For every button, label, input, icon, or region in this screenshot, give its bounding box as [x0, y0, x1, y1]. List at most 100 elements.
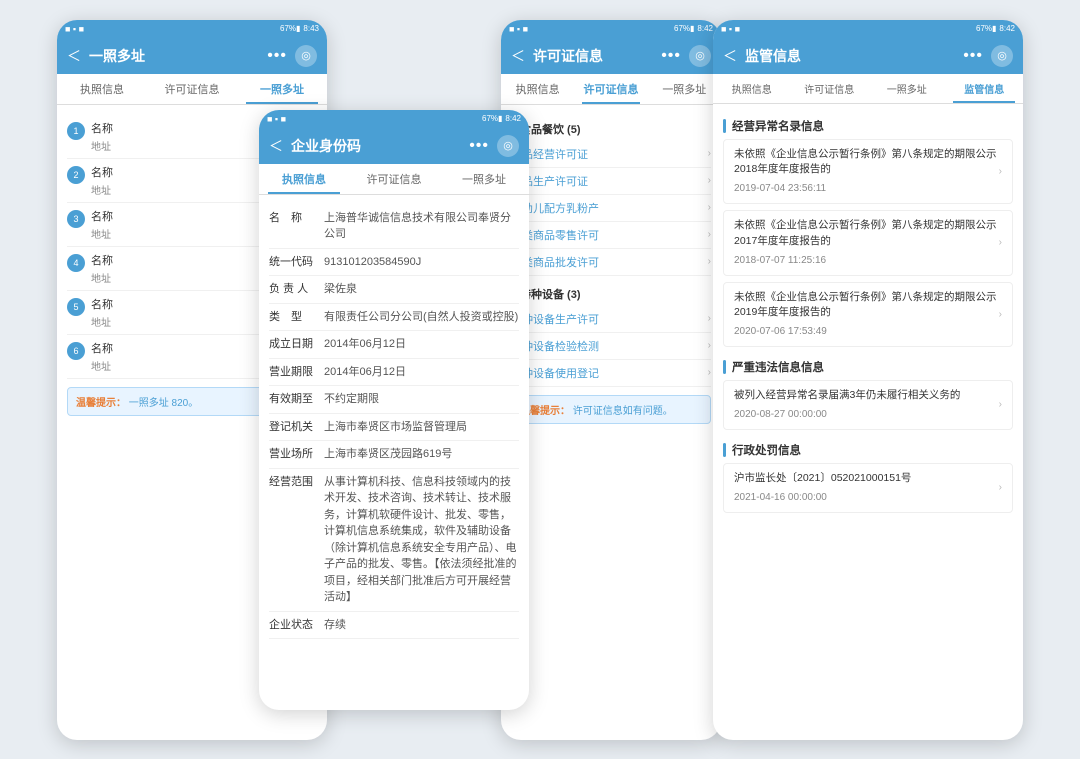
field-label: 经营范围	[269, 474, 324, 491]
tab-license-3[interactable]: 执照信息	[501, 74, 574, 104]
chevron-right-icon: ›	[999, 237, 1002, 248]
eye-button-4[interactable]: ◎	[991, 45, 1013, 67]
phone-4: ■ ▪ ■ 67%▮ 8:42 ＜ 监管信息 ••• ◎ 执照信息 许可证信息 …	[713, 20, 1023, 740]
supervise-section-header: 行政处罚信息	[723, 436, 1013, 463]
chevron-right-icon: ›	[708, 229, 711, 240]
time-1: 8:43	[303, 24, 319, 33]
signal-1: ■ ▪ ■	[65, 24, 84, 34]
license-section: 食品餐饮 (5) 食品经营许可证 › 食品生产许可证 › 婴幼儿配方乳粉产 › …	[511, 115, 711, 276]
more-button-3[interactable]: •••	[661, 47, 681, 65]
tip-text-3: 许可证信息如有问题。	[573, 406, 673, 417]
signal-2: ■ ▪ ■	[267, 114, 286, 124]
nav-bar-1: ＜ 一照多址 ••• ◎	[57, 38, 327, 74]
time-3: 8:42	[697, 24, 713, 33]
field-label: 类 型	[269, 309, 324, 326]
field-value: 上海市奉贤区市场监督管理局	[324, 419, 519, 436]
tab-license-2[interactable]: 执照信息	[259, 164, 349, 194]
section-bar	[723, 360, 726, 374]
license-item[interactable]: 特种设备使用登记 ›	[511, 360, 711, 387]
time-2: 8:42	[505, 114, 521, 123]
list-num: 4	[67, 254, 85, 272]
license-item[interactable]: 酒类商品零售许可 ›	[511, 222, 711, 249]
supervise-section-header: 经营异常名录信息	[723, 112, 1013, 139]
license-item[interactable]: 酒类商品批发许可 ›	[511, 249, 711, 276]
more-button-4[interactable]: •••	[963, 47, 983, 65]
info-row: 企业状态 存续	[269, 612, 519, 640]
eye-button-3[interactable]: ◎	[689, 45, 711, 67]
section-bar	[723, 443, 726, 457]
license-item[interactable]: 食品生产许可证 ›	[511, 168, 711, 195]
supervise-section-title-text: 行政处罚信息	[732, 442, 801, 458]
more-button-2[interactable]: •••	[469, 137, 489, 155]
signal-4: ■ ▪ ■	[721, 24, 740, 34]
phone-2: ■ ▪ ■ 67%▮ 8:42 ＜ 企业身份码 ••• ◎ 执照信息 许可证信息…	[259, 110, 529, 710]
field-label: 统一代码	[269, 254, 324, 271]
eye-button-1[interactable]: ◎	[295, 45, 317, 67]
chevron-right-icon: ›	[708, 256, 711, 267]
chevron-right-icon: ›	[708, 340, 711, 351]
back-button-2[interactable]: ＜	[269, 136, 283, 156]
status-bar-2: ■ ▪ ■ 67%▮ 8:42	[259, 110, 529, 128]
back-button-1[interactable]: ＜	[67, 46, 81, 66]
back-button-3[interactable]: ＜	[511, 46, 525, 66]
info-row: 统一代码 913101203584590J	[269, 249, 519, 277]
license-item[interactable]: 特种设备检验检测 ›	[511, 333, 711, 360]
supervise-section-title-text: 严重违法信息信息	[732, 359, 824, 375]
content-3: 食品餐饮 (5) 食品经营许可证 › 食品生产许可证 › 婴幼儿配方乳粉产 › …	[501, 105, 721, 740]
chevron-right-icon: ›	[708, 202, 711, 213]
supervise-item[interactable]: 被列入经营异常名录届满3年仍未履行相关义务的 2020-08-27 00:00:…	[723, 380, 1013, 430]
page-title-2: 企业身份码	[291, 136, 461, 156]
tab-permit-1[interactable]: 许可证信息	[147, 74, 237, 104]
field-value: 2014年06月12日	[324, 364, 519, 381]
tab-bar-3: 执照信息 许可证信息 一照多址	[501, 74, 721, 105]
list-num: 3	[67, 210, 85, 228]
tip-box-3: 温馨提示： 许可证信息如有问题。	[511, 395, 711, 424]
info-row: 登记机关 上海市奉贤区市场监督管理局	[269, 414, 519, 442]
tab-permit-4[interactable]: 许可证信息	[791, 74, 869, 103]
battery-1: 67%▮	[280, 24, 300, 33]
info-row: 营业期限 2014年06月12日	[269, 359, 519, 387]
field-label: 负 责 人	[269, 281, 324, 298]
supervise-section: 行政处罚信息 沪市监长处〔2021〕052021000151号 2021-04-…	[723, 436, 1013, 513]
tab-license-1[interactable]: 执照信息	[57, 74, 147, 104]
section-title: 特种设备 (3)	[520, 286, 581, 302]
tab-multiaddr-4[interactable]: 一照多址	[868, 74, 946, 103]
time-4: 8:42	[999, 24, 1015, 33]
chevron-right-icon: ›	[999, 166, 1002, 177]
field-value: 从事计算机科技、信息科技领域内的技术开发、技术咨询、技术转让、技术服务，计算机软…	[324, 474, 519, 606]
supervise-item-content: 被列入经营异常名录届满3年仍未履行相关义务的	[734, 388, 999, 404]
more-button-1[interactable]: •••	[267, 47, 287, 65]
tab-license-4[interactable]: 执照信息	[713, 74, 791, 103]
info-row: 类 型 有限责任公司分公司(自然人投资或控股)	[269, 304, 519, 332]
tab-permit-2[interactable]: 许可证信息	[349, 164, 439, 194]
field-label: 营业期限	[269, 364, 324, 381]
supervise-item[interactable]: 未依照《企业信息公示暂行条例》第八条规定的期限公示2019年度年度报告的 202…	[723, 282, 1013, 348]
tab-multiaddr-2[interactable]: 一照多址	[439, 164, 529, 194]
tab-multiaddr-3[interactable]: 一照多址	[648, 74, 721, 104]
supervise-item-date: 2019-07-04 23:56:11	[734, 181, 999, 196]
supervise-item[interactable]: 未依照《企业信息公示暂行条例》第八条规定的期限公示2018年度年度报告的 201…	[723, 139, 1013, 205]
supervise-item[interactable]: 沪市监长处〔2021〕052021000151号 2021-04-16 00:0…	[723, 463, 1013, 513]
field-value: 913101203584590J	[324, 254, 519, 271]
supervise-item-content: 沪市监长处〔2021〕052021000151号	[734, 471, 999, 487]
content-2: 名 称 上海普华诚信信息技术有限公司奉贤分公司 统一代码 91310120358…	[259, 195, 529, 710]
license-item[interactable]: 特种设备生产许可 ›	[511, 306, 711, 333]
chevron-right-icon: ›	[708, 313, 711, 324]
license-item[interactable]: 食品经营许可证 ›	[511, 141, 711, 168]
list-num: 6	[67, 342, 85, 360]
supervise-item-date: 2018-07-07 11:25:16	[734, 253, 999, 268]
eye-button-2[interactable]: ◎	[497, 135, 519, 157]
chevron-right-icon: ›	[999, 309, 1002, 320]
supervise-item[interactable]: 未依照《企业信息公示暂行条例》第八条规定的期限公示2017年度年度报告的 201…	[723, 210, 1013, 276]
tab-supervise-4[interactable]: 监管信息	[946, 74, 1024, 103]
supervise-section: 严重违法信息信息 被列入经营异常名录届满3年仍未履行相关义务的 2020-08-…	[723, 353, 1013, 430]
back-button-4[interactable]: ＜	[723, 46, 737, 66]
supervise-section-title-text: 经营异常名录信息	[732, 118, 824, 134]
info-row: 名 称 上海普华诚信信息技术有限公司奉贤分公司	[269, 205, 519, 249]
field-value: 2014年06月12日	[324, 336, 519, 353]
tab-bar-4: 执照信息 许可证信息 一照多址 监管信息	[713, 74, 1023, 104]
license-item[interactable]: 婴幼儿配方乳粉产 ›	[511, 195, 711, 222]
tab-permit-3[interactable]: 许可证信息	[574, 74, 647, 104]
tab-multiaddr-1[interactable]: 一照多址	[237, 74, 327, 104]
chevron-right-icon: ›	[708, 148, 711, 159]
